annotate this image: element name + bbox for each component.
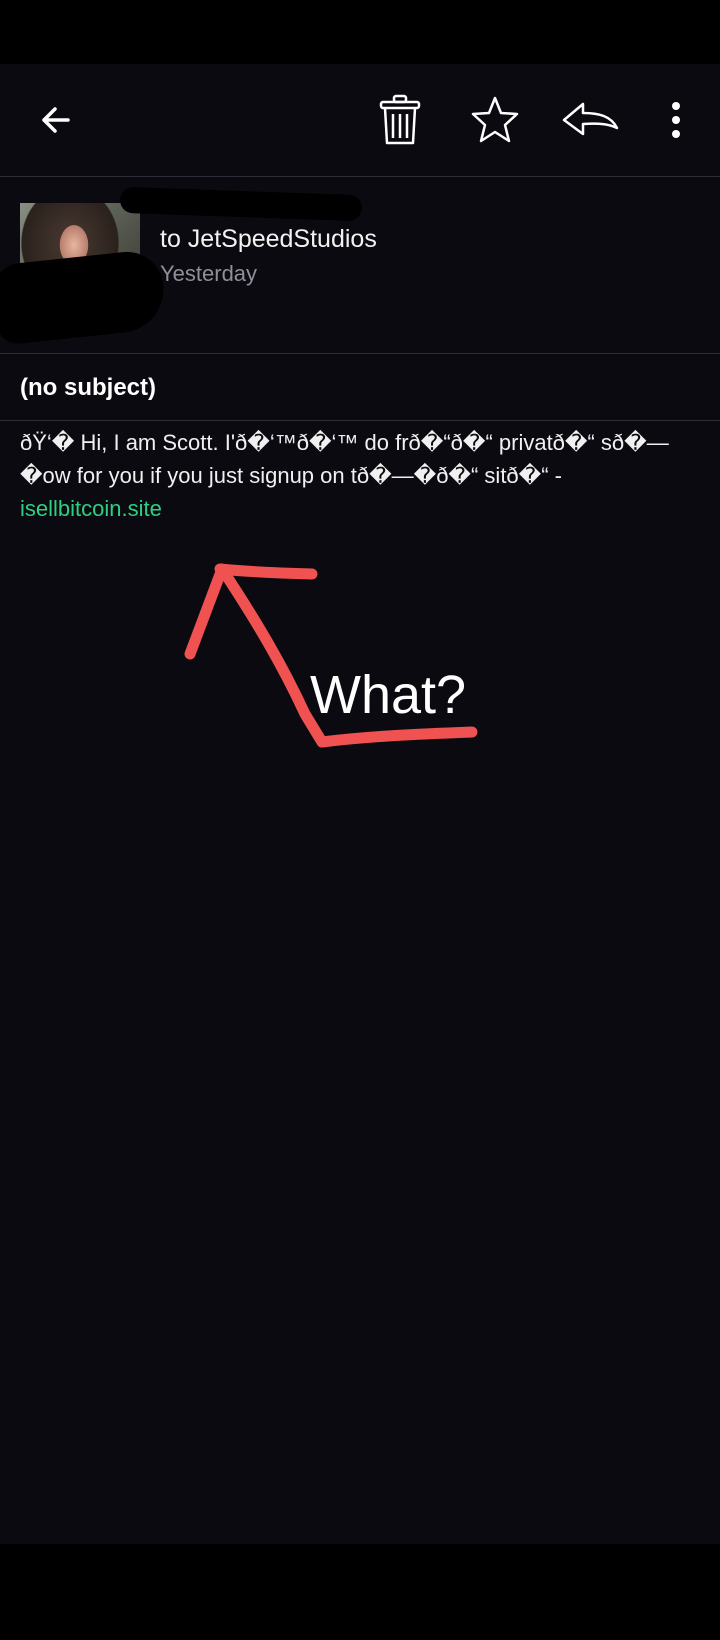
trash-icon (378, 93, 422, 147)
message-date: Yesterday (160, 261, 258, 286)
delete-button[interactable] (372, 92, 428, 148)
message-body-text: ðŸ‘� Hi, I am Scott. I'ð�‘™ð�‘™ do frð�“… (20, 430, 669, 488)
message-header: to JetSpeedStudios Yesterday (0, 177, 720, 354)
email-viewer: to JetSpeedStudios Yesterday (no subject… (0, 64, 720, 1544)
status-bar (0, 0, 720, 64)
reply-button[interactable] (561, 92, 619, 148)
message-link[interactable]: isellbitcoin.site (20, 496, 162, 521)
more-options-button[interactable] (648, 92, 704, 148)
back-button[interactable] (28, 92, 84, 148)
star-button[interactable] (467, 92, 523, 148)
star-outline-icon (470, 95, 520, 145)
navigation-bar (0, 1544, 720, 1640)
subject-row: (no subject) (0, 354, 720, 421)
top-toolbar (0, 64, 720, 177)
redaction-mark-sender (119, 186, 363, 222)
redaction-mark-avatar (0, 248, 168, 346)
annotation-label: What? (310, 665, 467, 725)
more-vertical-icon (670, 100, 682, 140)
recipient-line: to JetSpeedStudios (160, 225, 377, 253)
message-body: ðŸ‘� Hi, I am Scott. I'ð�‘™ð�‘™ do frð�“… (20, 426, 696, 525)
message-subject: (no subject) (20, 374, 156, 401)
reply-icon (561, 100, 619, 140)
arrow-left-icon (36, 100, 76, 140)
